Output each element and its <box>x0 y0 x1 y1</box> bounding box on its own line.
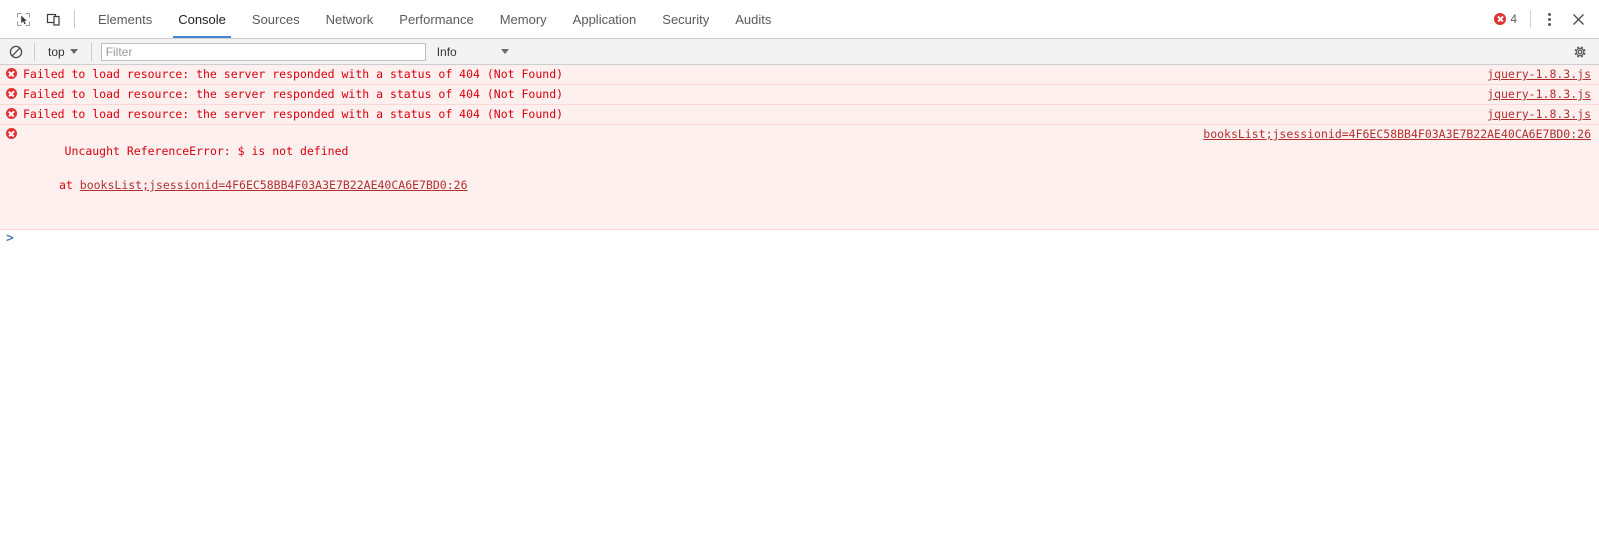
tab-audits[interactable]: Audits <box>722 0 784 38</box>
device-toolbar-icon[interactable] <box>40 6 66 32</box>
execution-context-label: top <box>48 44 65 59</box>
error-icon <box>1494 13 1507 25</box>
error-icon-glyph <box>6 128 17 139</box>
error-count-badge[interactable]: 4 <box>1487 12 1524 26</box>
tab-performance-label: Performance <box>399 11 474 27</box>
inspect-cursor-icon[interactable] <box>10 6 36 32</box>
tab-console-label: Console <box>178 11 226 27</box>
console-message-row[interactable]: Uncaught ReferenceError: $ is not define… <box>0 125 1599 230</box>
gear-icon[interactable] <box>1567 41 1593 63</box>
filter-input[interactable] <box>100 42 426 61</box>
error-icon <box>4 126 19 139</box>
console-message-text: Failed to load resource: the server resp… <box>23 87 564 101</box>
console-message-text: Uncaught ReferenceError: $ is not define… <box>19 126 1191 228</box>
clear-console-icon-svg <box>9 45 23 58</box>
log-level-label: Info <box>436 44 457 59</box>
console-stack-prefix: at <box>59 178 80 192</box>
console-stack-link[interactable]: booksList;jsessionid=4F6EC58BB4F03A3E7B2… <box>80 178 468 192</box>
tab-sources[interactable]: Sources <box>239 0 313 38</box>
devtools-tool-icons <box>4 0 85 38</box>
error-icon-glyph <box>6 68 17 79</box>
console-message-text: Failed to load resource: the server resp… <box>23 67 564 81</box>
console-message-row[interactable]: Failed to load resource: the server resp… <box>0 105 1599 125</box>
tab-elements[interactable]: Elements <box>85 0 165 38</box>
tab-sources-label: Sources <box>251 11 300 27</box>
chevron-down-icon <box>69 49 78 54</box>
tabbar-divider <box>1530 10 1531 28</box>
toolbar-divider <box>74 10 75 28</box>
console-prompt[interactable]: > <box>0 230 1599 249</box>
devtools-tabbar: Elements Console Sources Network Perform… <box>0 0 1599 39</box>
tab-application[interactable]: Application <box>560 0 650 38</box>
kebab-dot <box>1547 17 1551 21</box>
log-level-selector[interactable]: Info <box>431 42 515 62</box>
console-stack-frame: at booksList;jsessionid=4F6EC58BB4F03A3E… <box>23 177 1191 194</box>
console-message-row[interactable]: Failed to load resource: the server resp… <box>0 85 1599 105</box>
execution-context-selector[interactable]: top <box>41 42 85 62</box>
close-icon[interactable] <box>1565 6 1591 32</box>
tab-performance[interactable]: Performance <box>386 0 486 38</box>
filter-toolbar-divider <box>34 42 35 61</box>
kebab-dot <box>1547 12 1551 16</box>
error-icon <box>4 106 19 119</box>
tab-application-label: Application <box>572 11 637 27</box>
inspect-cursor-icon-svg <box>16 12 30 26</box>
console-message-list: Failed to load resource: the server resp… <box>0 65 1599 540</box>
kebab-menu-icon[interactable] <box>1537 7 1561 31</box>
devtools-tab-list: Elements Console Sources Network Perform… <box>85 0 1487 38</box>
console-message-source-link[interactable]: jquery-1.8.3.js <box>1475 66 1591 83</box>
tab-audits-label: Audits <box>735 11 772 27</box>
tab-elements-label: Elements <box>98 11 153 27</box>
error-icon <box>4 66 19 79</box>
console-prompt-input[interactable] <box>13 232 1595 249</box>
console-message-source-link[interactable]: jquery-1.8.3.js <box>1475 106 1591 123</box>
device-toolbar-icon-svg <box>46 13 60 26</box>
tabbar-right-controls: 4 <box>1487 0 1599 38</box>
tab-console[interactable]: Console <box>165 0 239 38</box>
console-filter-toolbar: top Info <box>0 39 1599 65</box>
tab-network-label: Network <box>325 11 374 27</box>
console-message-row[interactable]: Failed to load resource: the server resp… <box>0 65 1599 85</box>
error-icon <box>4 86 19 99</box>
tab-network[interactable]: Network <box>313 0 387 38</box>
tab-security[interactable]: Security <box>649 0 722 38</box>
filter-toolbar-divider <box>90 42 92 61</box>
tab-memory[interactable]: Memory <box>487 0 560 38</box>
gear-icon-svg <box>1574 46 1586 57</box>
error-count-value: 4 <box>1510 12 1517 26</box>
console-message-source-link[interactable]: booksList;jsessionid=4F6EC58BB4F03A3E7B2… <box>1191 126 1591 143</box>
error-icon-glyph <box>6 108 17 119</box>
tab-memory-label: Memory <box>499 11 547 27</box>
console-message-text: Failed to load resource: the server resp… <box>23 107 564 121</box>
console-message-source-link[interactable]: jquery-1.8.3.js <box>1475 86 1591 103</box>
prompt-chevron-icon: > <box>6 231 14 246</box>
chevron-down-icon <box>500 49 509 54</box>
tab-security-label: Security <box>662 11 710 27</box>
clear-console-icon[interactable] <box>4 41 28 63</box>
kebab-dot <box>1547 22 1551 26</box>
console-error-headline: Uncaught ReferenceError: $ is not define… <box>64 144 349 158</box>
close-icon-svg <box>1572 13 1584 25</box>
error-icon-glyph <box>6 88 17 99</box>
